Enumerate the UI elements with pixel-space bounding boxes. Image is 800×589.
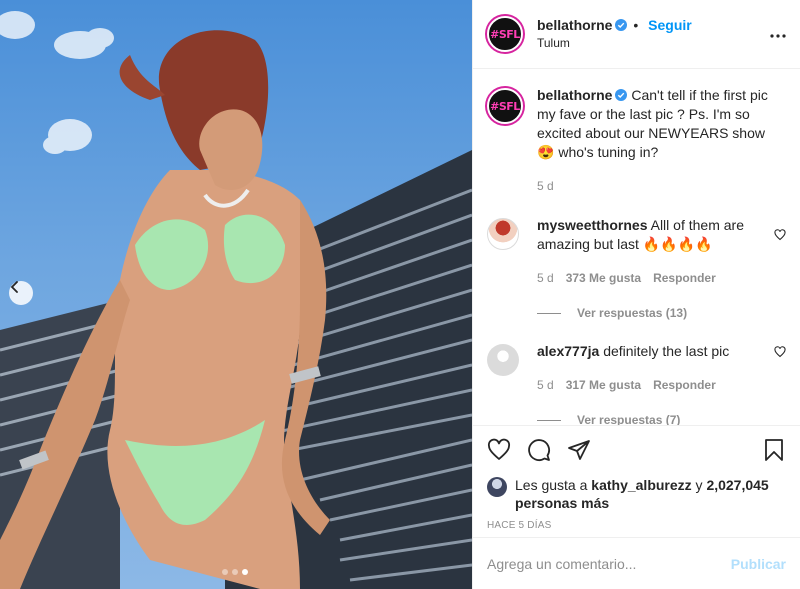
likes-text: Les gusta a kathy_alburezz y 2,027,045 p… xyxy=(515,476,786,512)
verified-icon xyxy=(615,19,628,31)
caption-meta: 5 d xyxy=(537,177,768,196)
separator-dot: • xyxy=(633,17,639,33)
add-comment-bar: Publicar xyxy=(473,537,800,589)
liker-username[interactable]: kathy_alburezz xyxy=(591,477,691,493)
caption-emoji: 😍 xyxy=(537,144,555,160)
comment-input[interactable] xyxy=(487,555,731,572)
view-replies-label: Ver respuestas (13) xyxy=(577,306,688,320)
reply-button[interactable]: Responder xyxy=(653,269,716,288)
author-avatar[interactable]: #SFL xyxy=(487,16,523,52)
publish-button[interactable]: Publicar xyxy=(731,556,786,572)
carousel-dot xyxy=(222,569,228,575)
comment-emoji: 🔥🔥🔥🔥 xyxy=(642,236,713,252)
comment-item: alex777ja definitely the last pic 5 d 31… xyxy=(487,342,786,395)
carousel-indicator xyxy=(222,569,248,575)
post-location[interactable]: Tulum xyxy=(537,34,692,52)
comment-meta: 5 d 317 Me gusta Responder xyxy=(537,376,768,395)
comment-item: mysweetthornes Alll of them are amazing … xyxy=(487,216,786,288)
caption-body: bellathorne Can't tell if the first pic … xyxy=(537,86,786,196)
comment-text: definitely the last pic xyxy=(603,343,730,359)
comment-age: 5 d xyxy=(537,378,554,392)
comment-like-heart-icon[interactable] xyxy=(774,346,786,358)
carousel-dot xyxy=(232,569,238,575)
comment-meta: 5 d 373 Me gusta Responder xyxy=(537,269,768,288)
comments-section[interactable]: #SFL bellathorne Can't tell if the first… xyxy=(473,70,800,425)
caption-avatar[interactable]: #SFL xyxy=(487,88,523,124)
caption-text-end: who's tuning in? xyxy=(558,144,659,160)
reply-button[interactable]: Responder xyxy=(653,376,716,395)
caption-age: 5 d xyxy=(537,179,554,193)
comment-likes[interactable]: 317 Me gusta xyxy=(566,376,641,395)
caption-username[interactable]: bellathorne xyxy=(537,87,612,103)
view-replies-label: Ver respuestas (7) xyxy=(577,413,681,425)
commenter-username[interactable]: mysweetthornes xyxy=(537,217,647,233)
carousel-dot-active xyxy=(242,569,248,575)
liker-avatar[interactable] xyxy=(487,477,507,497)
more-options-button[interactable] xyxy=(770,22,786,43)
follow-button[interactable]: Seguir xyxy=(648,17,692,33)
commenter-username[interactable]: alex777ja xyxy=(537,343,599,359)
action-icons xyxy=(487,436,786,464)
comment-like-heart-icon[interactable] xyxy=(774,229,786,241)
replies-divider xyxy=(537,419,561,421)
instagram-post-view: #SFL bellathorne • Seguir Tulum #SFL bel… xyxy=(0,0,800,589)
carousel-prev-button[interactable] xyxy=(9,281,33,305)
comment-body: alex777ja definitely the last pic 5 d 31… xyxy=(537,342,786,395)
author-info: bellathorne • Seguir Tulum xyxy=(537,16,692,52)
replies-divider xyxy=(537,312,561,314)
post-actions: Les gusta a kathy_alburezz y 2,027,045 p… xyxy=(473,425,800,531)
post-photo[interactable] xyxy=(0,0,472,589)
verified-icon xyxy=(615,89,628,101)
save-icon[interactable] xyxy=(762,438,786,462)
author-username[interactable]: bellathorne xyxy=(537,17,612,33)
likes-prefix: Les gusta a xyxy=(515,477,588,493)
commenter-avatar[interactable] xyxy=(487,218,519,250)
comment-icon[interactable] xyxy=(527,438,551,462)
likes-conjunction: y xyxy=(695,477,703,493)
post-caption: #SFL bellathorne Can't tell if the first… xyxy=(487,86,786,196)
share-icon[interactable] xyxy=(567,438,591,462)
post-header: #SFL bellathorne • Seguir Tulum xyxy=(473,0,800,69)
photo-illustration xyxy=(0,11,472,589)
more-icon xyxy=(770,34,786,38)
view-replies-button[interactable]: Ver respuestas (7) xyxy=(537,413,786,425)
comment-age: 5 d xyxy=(537,271,554,285)
post-side-panel: #SFL bellathorne • Seguir Tulum #SFL bel… xyxy=(472,0,800,589)
commenter-avatar[interactable] xyxy=(487,344,519,376)
comment-body: mysweetthornes Alll of them are amazing … xyxy=(537,216,786,288)
comment-likes[interactable]: 373 Me gusta xyxy=(566,269,641,288)
post-timestamp[interactable]: HACE 5 DÍAS xyxy=(487,520,786,531)
heart-icon[interactable] xyxy=(487,438,511,462)
avatar-logo: #SFL xyxy=(490,99,520,113)
avatar-logo: #SFL xyxy=(490,27,520,41)
likes-summary: Les gusta a kathy_alburezz y 2,027,045 p… xyxy=(487,476,786,512)
view-replies-button[interactable]: Ver respuestas (13) xyxy=(537,306,786,320)
chevron-left-icon xyxy=(10,281,18,293)
